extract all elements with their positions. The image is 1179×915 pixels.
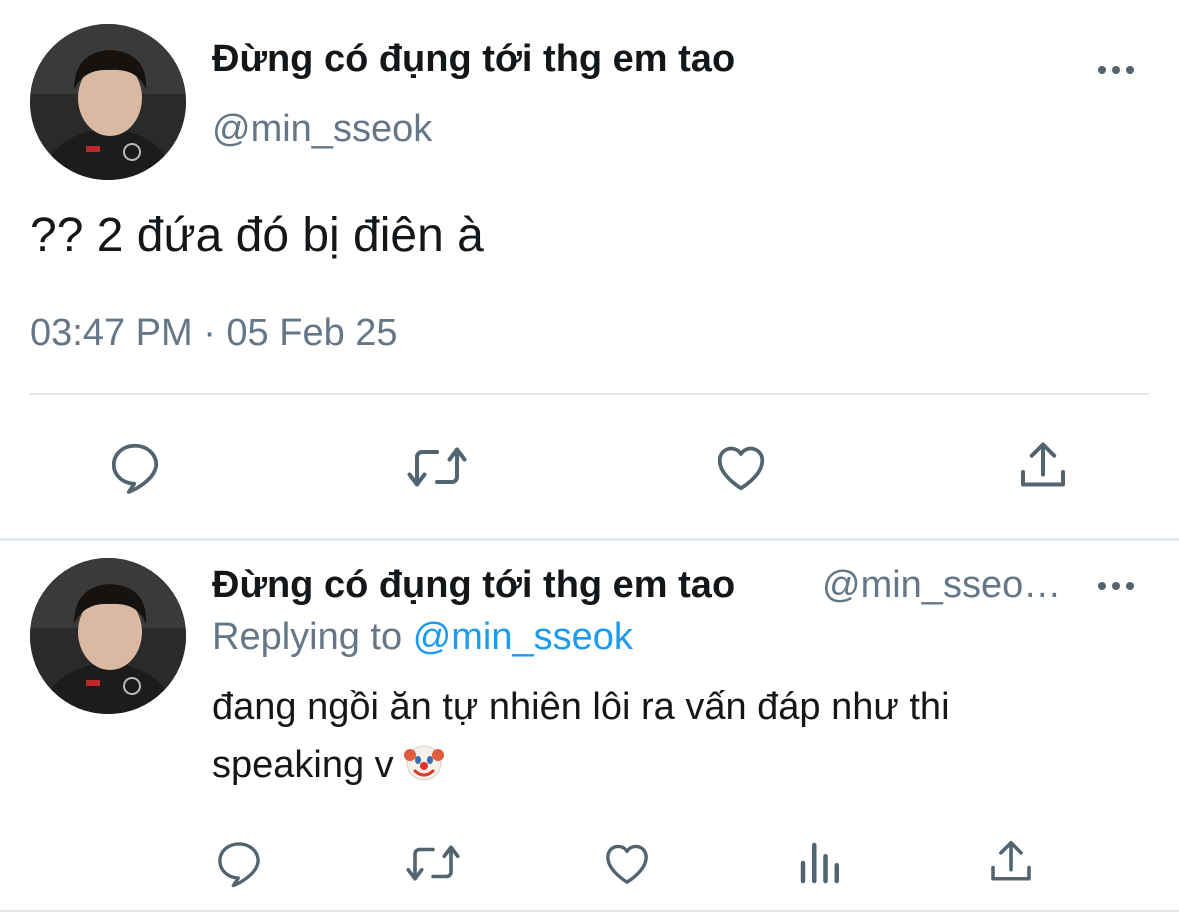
share-icon bbox=[991, 840, 1031, 881]
retweet-button[interactable] bbox=[402, 432, 472, 502]
reply-text-line: speaking v bbox=[212, 736, 1112, 794]
share-icon bbox=[1021, 442, 1065, 487]
reply-author-name[interactable]: Đừng có đụng tới thg em tao bbox=[212, 564, 735, 607]
reply-more-options-button[interactable] bbox=[1096, 576, 1136, 601]
author-name[interactable]: Đừng có đụng tới thg em tao bbox=[212, 38, 735, 81]
share-button[interactable] bbox=[1008, 432, 1078, 502]
replying-to: Replying to @min_sseok bbox=[212, 616, 633, 659]
divider bbox=[0, 538, 1179, 541]
retweet-icon bbox=[407, 447, 467, 487]
reply-icon bbox=[111, 443, 159, 494]
reply-button[interactable] bbox=[100, 432, 170, 502]
more-horizontal-icon bbox=[1098, 582, 1134, 590]
divider bbox=[30, 393, 1149, 395]
reply-text-line: đang ngồi ăn tự nhiên lôi ra vấn đáp như… bbox=[212, 686, 950, 728]
reply-author-handle[interactable]: @min_sseo… bbox=[822, 564, 1061, 607]
author-handle[interactable]: @min_sseok bbox=[212, 108, 432, 151]
replying-to-handle[interactable]: @min_sseok bbox=[413, 616, 633, 658]
reply-retweet-button[interactable] bbox=[398, 828, 468, 898]
more-options-button[interactable] bbox=[1096, 60, 1136, 85]
reply-icon bbox=[218, 842, 260, 888]
reply-author-avatar[interactable] bbox=[30, 558, 186, 714]
reply-text: đang ngồi ăn tự nhiên lôi ra vấn đáp như… bbox=[212, 678, 1112, 794]
reply-analytics-button[interactable] bbox=[786, 828, 856, 898]
divider bbox=[0, 910, 1179, 912]
analytics-icon bbox=[800, 842, 839, 884]
more-horizontal-icon bbox=[1098, 66, 1134, 74]
like-icon bbox=[717, 446, 765, 491]
like-button[interactable] bbox=[706, 432, 776, 502]
retweet-icon bbox=[406, 845, 460, 881]
reply-share-button[interactable] bbox=[976, 828, 1046, 898]
tweet-timestamp[interactable]: 03:47 PM · 05 Feb 25 bbox=[30, 312, 398, 355]
replying-to-label: Replying to bbox=[212, 616, 403, 658]
reply-reply-button[interactable] bbox=[204, 828, 274, 898]
tweet-text: ?? 2 đứa đó bị điên à bbox=[30, 209, 484, 262]
reply-text-fragment: speaking v bbox=[212, 744, 394, 786]
reply-like-button[interactable] bbox=[592, 828, 662, 898]
clown-face-emoji bbox=[404, 745, 445, 781]
like-icon bbox=[606, 844, 648, 884]
author-avatar[interactable] bbox=[30, 24, 186, 180]
